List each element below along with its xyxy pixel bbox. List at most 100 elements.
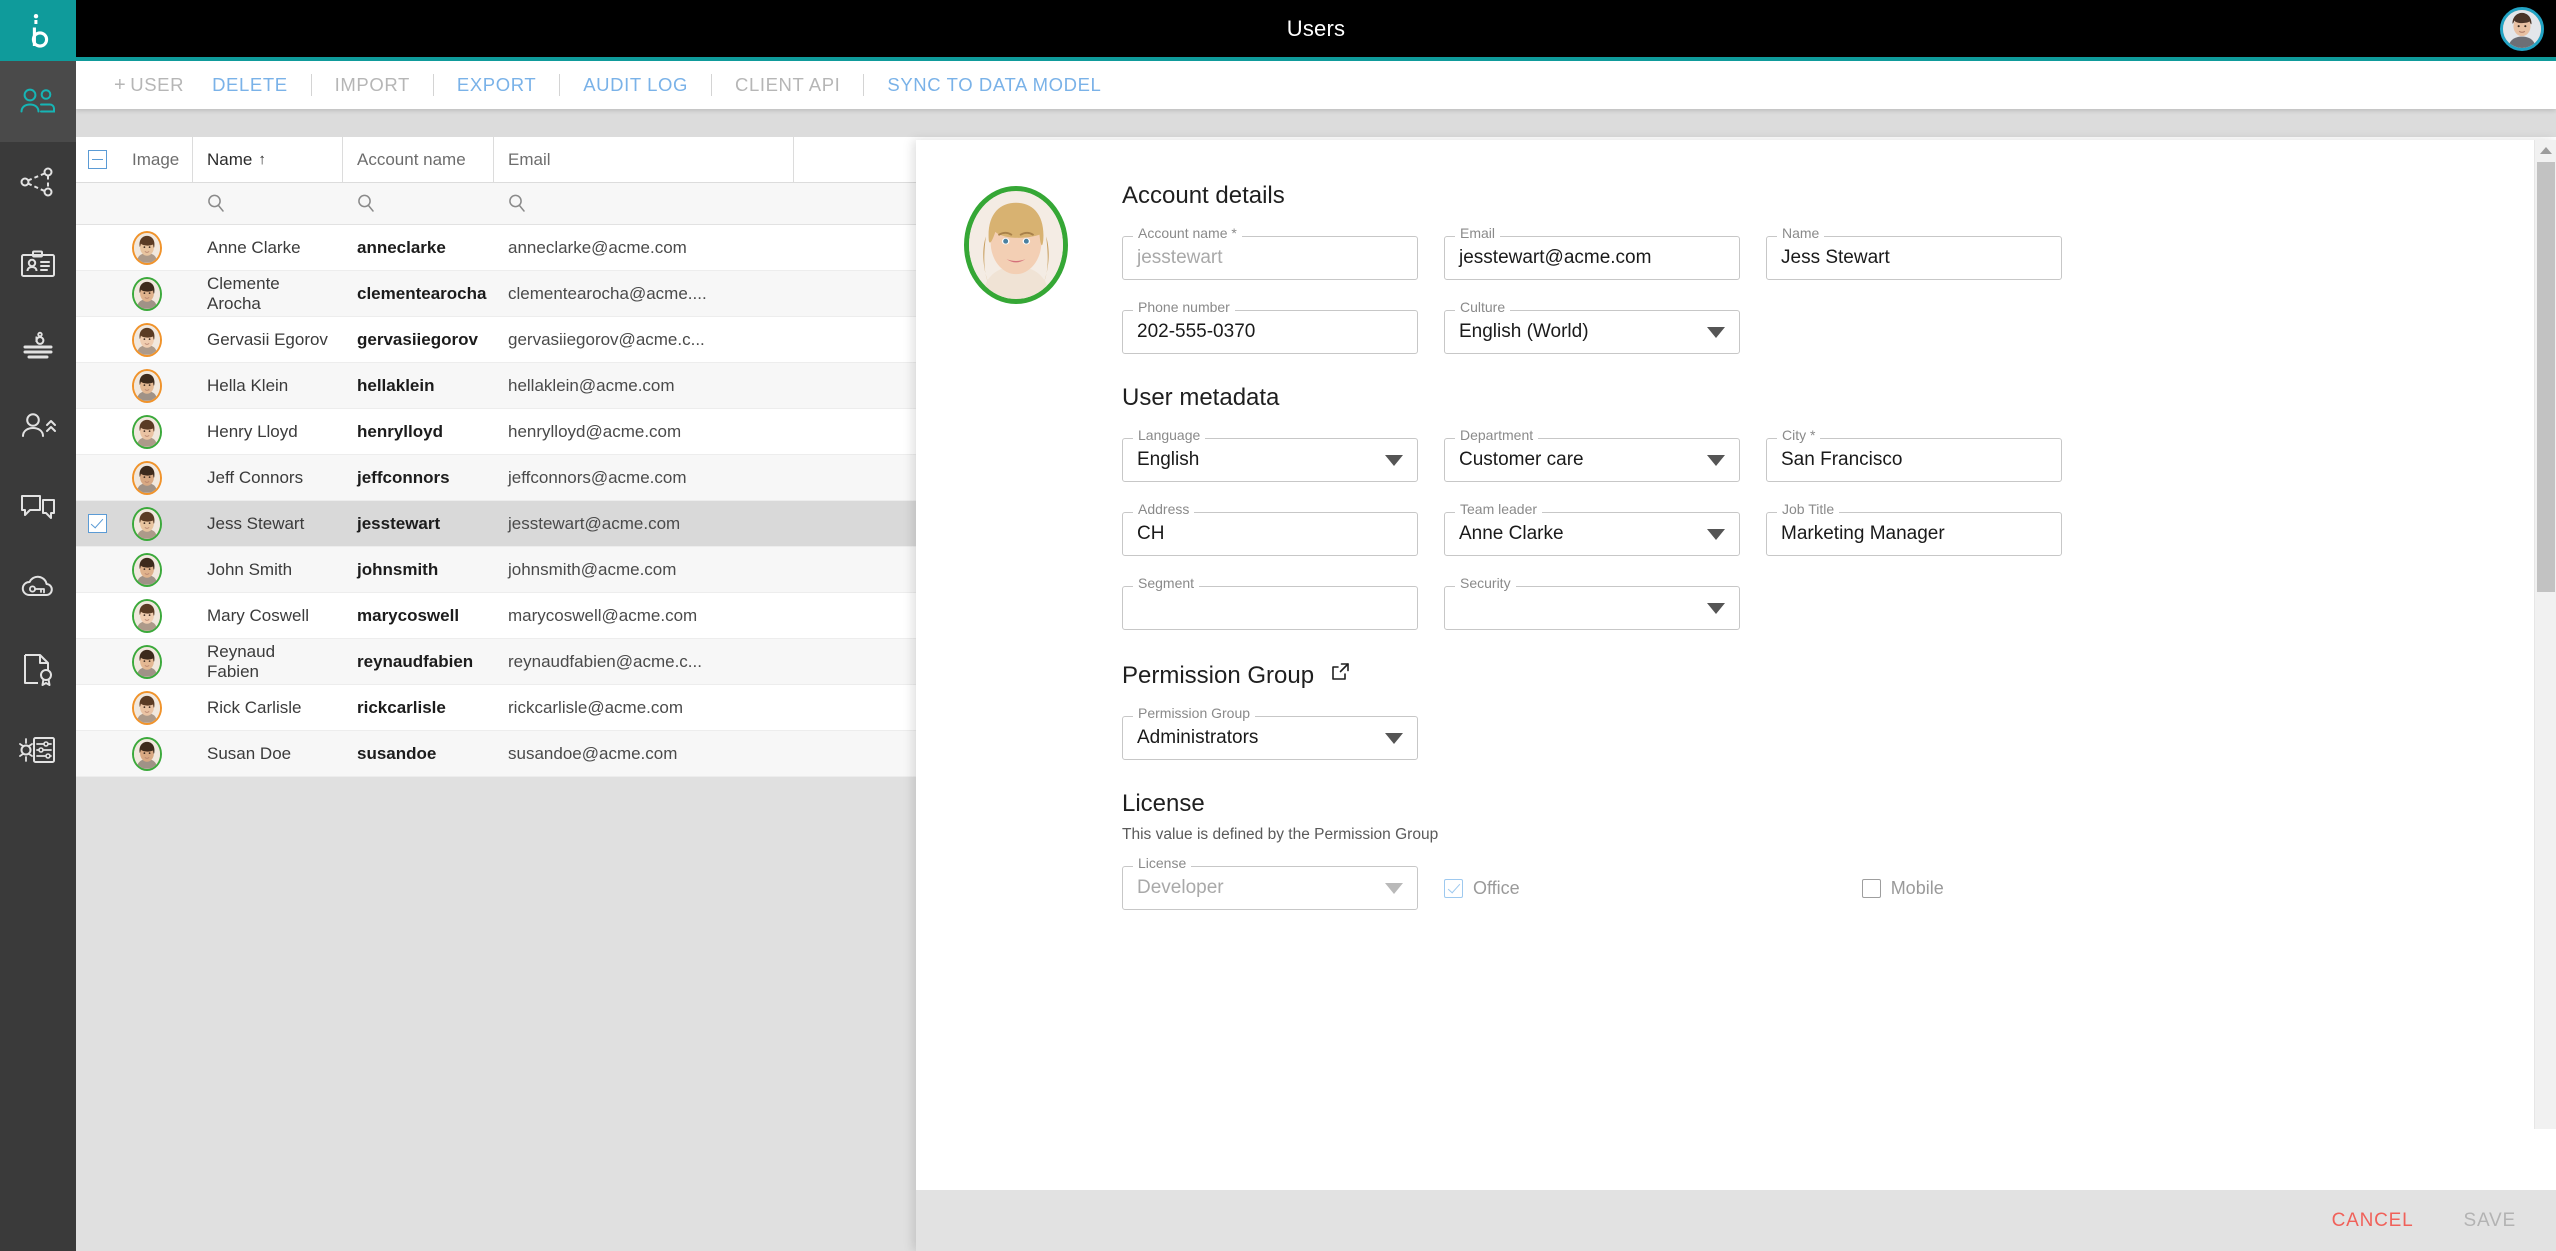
row-select-cell xyxy=(76,238,118,257)
security-select[interactable] xyxy=(1444,586,1740,630)
license-select[interactable]: Developer xyxy=(1122,866,1418,910)
field-security: Security xyxy=(1444,586,1740,630)
field-label-phone-number: Phone number xyxy=(1133,300,1235,314)
row-checkbox-placeholder[interactable] xyxy=(88,238,107,257)
save-button[interactable]: SAVE xyxy=(2464,1210,2516,1232)
user-avatar[interactable] xyxy=(132,553,162,587)
row-checkbox-placeholder[interactable] xyxy=(88,376,107,395)
field-account-name: Account name * jesstewart xyxy=(1122,236,1418,280)
sidebar-item-user-promote[interactable] xyxy=(0,385,76,466)
column-header-email[interactable]: Email xyxy=(494,137,794,182)
user-avatar[interactable] xyxy=(132,415,162,449)
filter-cell-account-name[interactable] xyxy=(343,183,494,224)
row-checkbox-placeholder[interactable] xyxy=(88,652,107,671)
row-account-name: jesstewart xyxy=(343,514,494,534)
current-user-avatar[interactable] xyxy=(2500,7,2544,51)
sidebar-item-data-model[interactable] xyxy=(0,304,76,385)
license-office-option[interactable]: Office xyxy=(1444,878,1520,899)
user-avatar[interactable] xyxy=(132,645,162,679)
permission-group-select[interactable]: Administrators xyxy=(1122,716,1418,760)
user-avatar[interactable] xyxy=(132,461,162,495)
user-avatar[interactable] xyxy=(132,323,162,357)
department-value: Customer care xyxy=(1459,449,1584,471)
users-icon xyxy=(19,87,57,117)
language-select[interactable]: English xyxy=(1122,438,1418,482)
row-email: gervasiiegorov@acme.c... xyxy=(494,330,794,350)
phone-number-input[interactable]: 202-555-0370 xyxy=(1122,310,1418,354)
user-avatar[interactable] xyxy=(132,691,162,725)
filter-cell-email[interactable] xyxy=(494,183,794,224)
row-checkbox-placeholder[interactable] xyxy=(88,330,107,349)
import-button[interactable]: IMPORT xyxy=(321,70,424,100)
row-checkbox[interactable] xyxy=(88,514,107,533)
export-button[interactable]: EXPORT xyxy=(443,70,550,100)
detail-fields: Account details Account name * jesstewar… xyxy=(1122,182,2508,910)
culture-select[interactable]: English (World) xyxy=(1444,310,1740,354)
chevron-down-icon xyxy=(1707,327,1725,338)
sidebar-item-messages[interactable] xyxy=(0,466,76,547)
account-name-input[interactable]: jesstewart xyxy=(1122,236,1418,280)
license-value: Developer xyxy=(1137,877,1224,899)
add-user-button[interactable]: +USER xyxy=(100,70,198,101)
address-input[interactable]: CH xyxy=(1122,512,1418,556)
user-avatar[interactable] xyxy=(132,599,162,633)
detail-user-avatar[interactable] xyxy=(964,186,1068,304)
culture-value: English (World) xyxy=(1459,321,1589,343)
column-header-account-name[interactable]: Account name xyxy=(343,137,494,182)
sidebar-item-relations[interactable] xyxy=(0,142,76,223)
delete-button[interactable]: DELETE xyxy=(198,70,302,100)
row-checkbox-placeholder[interactable] xyxy=(88,744,107,763)
team-leader-select[interactable]: Anne Clarke xyxy=(1444,512,1740,556)
field-segment: Segment xyxy=(1122,586,1418,630)
panel-scrollbar-thumb[interactable] xyxy=(2537,162,2555,592)
chevron-down-icon xyxy=(1385,455,1403,466)
sidebar-item-settings[interactable] xyxy=(0,709,76,790)
sidebar-item-contacts[interactable] xyxy=(0,223,76,304)
department-select[interactable]: Customer care xyxy=(1444,438,1740,482)
row-checkbox-placeholder[interactable] xyxy=(88,284,107,303)
client-api-button[interactable]: CLIENT API xyxy=(721,70,854,100)
user-avatar[interactable] xyxy=(132,231,162,265)
license-subtitle: This value is defined by the Permission … xyxy=(1122,826,2508,844)
filter-cell-name[interactable] xyxy=(193,183,343,224)
network-nodes-icon xyxy=(20,167,56,199)
brand-logo[interactable] xyxy=(0,0,76,61)
field-label-security: Security xyxy=(1455,576,1516,590)
user-metadata-row-3: Segment Security xyxy=(1122,586,2508,630)
license-mobile-option[interactable]: Mobile xyxy=(1862,878,1944,899)
select-all-checkbox[interactable] xyxy=(88,150,107,169)
sidebar-item-users[interactable] xyxy=(0,61,76,142)
audit-log-button[interactable]: AUDIT LOG xyxy=(569,70,702,100)
segment-input[interactable] xyxy=(1122,586,1418,630)
office-checkbox[interactable] xyxy=(1444,879,1463,898)
user-avatar[interactable] xyxy=(132,277,162,311)
avatar-face xyxy=(134,601,160,631)
external-link-icon[interactable] xyxy=(1331,660,1350,687)
page-title: Users xyxy=(1287,16,1345,42)
user-avatar[interactable] xyxy=(132,369,162,403)
mobile-checkbox[interactable] xyxy=(1862,879,1881,898)
panel-scrollbar[interactable] xyxy=(2534,140,2556,1129)
row-checkbox-placeholder[interactable] xyxy=(88,560,107,579)
scroll-up-arrow-icon[interactable] xyxy=(2535,140,2556,160)
city-input[interactable]: San Francisco xyxy=(1766,438,2062,482)
row-checkbox-placeholder[interactable] xyxy=(88,698,107,717)
column-header-image[interactable]: Image xyxy=(118,137,193,182)
user-avatar[interactable] xyxy=(132,737,162,771)
name-input[interactable]: Jess Stewart xyxy=(1766,236,2062,280)
cancel-button[interactable]: CANCEL xyxy=(2332,1210,2414,1232)
email-input[interactable]: jesstewart@acme.com xyxy=(1444,236,1740,280)
avatar-face xyxy=(134,647,160,677)
row-checkbox-placeholder[interactable] xyxy=(88,468,107,487)
job-title-input[interactable]: Marketing Manager xyxy=(1766,512,2062,556)
app-header: Users xyxy=(76,0,2556,57)
column-header-name[interactable]: Name ↑ xyxy=(193,137,343,182)
sidebar-item-certificates[interactable] xyxy=(0,628,76,709)
sidebar-item-cloud-access[interactable] xyxy=(0,547,76,628)
row-email: clementearocha@acme.... xyxy=(494,284,794,304)
team-leader-value: Anne Clarke xyxy=(1459,523,1564,545)
user-avatar[interactable] xyxy=(132,507,162,541)
sync-to-data-model-button[interactable]: SYNC TO DATA MODEL xyxy=(873,70,1115,100)
row-checkbox-placeholder[interactable] xyxy=(88,422,107,441)
row-checkbox-placeholder[interactable] xyxy=(88,606,107,625)
